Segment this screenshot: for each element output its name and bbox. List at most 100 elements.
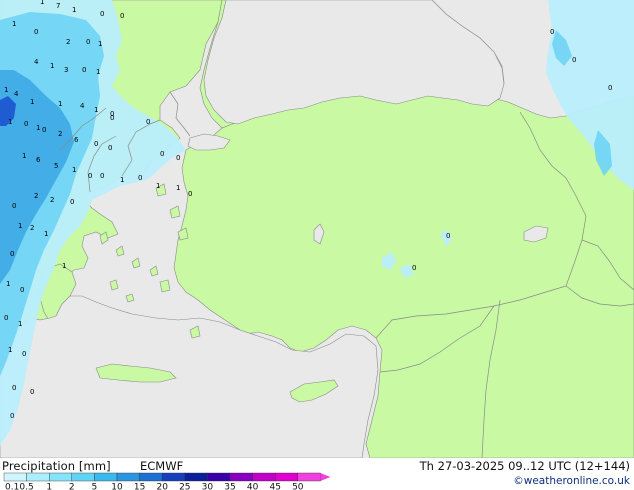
point-value: 0 [110,114,114,122]
scale-swatch [26,472,50,482]
point-value: 0 [94,140,98,148]
point-value: 6 [74,136,79,144]
scale-swatch [94,472,118,482]
scale-swatch [139,472,163,482]
point-value: 0 [138,174,142,182]
scale-tick-label: 45 [269,483,280,490]
point-value: 1 [8,118,12,126]
point-value: 1 [94,106,98,114]
map-canvas: 1 7 1 0 0102 0 14 1 3 0 11 411 4 1 01 0 1 0 26 0 01 65 10 0 1 01 1… [0,0,634,458]
scale-arrow [320,473,331,481]
point-value: 1 [156,182,160,190]
point-value: 1 [8,346,12,354]
point-value: 0 [30,388,34,396]
point-value: 1 [72,166,76,174]
scale-swatch [161,472,185,482]
legend-valid-time: Th 27-03-2025 09..12 UTC (12+144) [419,459,630,473]
point-value: 1 [44,230,48,238]
point-value: 0 [446,232,450,240]
point-value: 0 [12,202,16,210]
point-value: 0 [176,154,180,162]
point-value: 2 [34,192,38,200]
point-value: 0 [22,350,26,358]
point-value: 0 [10,412,14,420]
legend-credit-link[interactable]: ©weatheronline.co.uk [513,475,630,487]
point-value: 0 [24,120,28,128]
point-value: 1 [4,86,8,94]
point-value: 1 [22,152,26,160]
point-value: 0 [10,250,14,258]
island [159,279,171,293]
scale-tick-label: 15 [134,483,145,490]
point-value: 1 [96,68,100,76]
point-value: 1 [98,40,102,48]
point-value: 1 [72,6,76,14]
point-value: 1 [6,280,10,288]
legend-model: ECMWF [140,459,184,473]
scale-tick-label: 0.5 [19,483,33,490]
point-value: 0 [86,38,90,46]
legend-bar: Precipitation [mm] ECMWF Th 27-03-2025 0… [0,458,634,490]
scale-swatch [252,472,276,482]
point-value: 2 [30,224,34,232]
point-value: 0 [12,384,16,392]
point-value: 0 [20,286,24,294]
point-value: 1 [30,98,34,106]
scale-swatch [275,472,299,482]
point-value: 0 [188,190,192,198]
point-value: 6 [36,156,41,164]
point-value: 0 [42,126,46,134]
point-value: 0 [572,56,576,64]
point-value: 0 [160,150,164,158]
point-value: 0 [550,28,554,36]
point-value: 0 [70,198,74,206]
precipitation-map: 1710010201413011411410101026001651001011… [0,0,634,458]
point-value: 7 [56,2,60,10]
scale-tick-label: 2 [69,483,75,490]
point-value: 0 [608,84,612,92]
point-value: 1 [120,176,124,184]
point-value: 1 [12,20,16,28]
point-value: 3 [64,66,68,74]
scale-tick-label: 30 [202,483,214,490]
point-value: 1 [176,184,180,192]
scale-swatch [116,472,140,482]
scale-tick-label: 10 [111,483,123,490]
point-value: 5 [54,162,58,170]
scale-tick-label: 40 [247,483,259,490]
point-value: 0 [412,264,416,272]
point-value: 1 [36,124,40,132]
point-value: 1 [58,100,62,108]
point-value: 4 [34,58,39,66]
point-value: 1 [40,0,44,6]
point-value: 2 [58,130,62,138]
scale-tick-label: 1 [46,483,52,490]
point-value: 1 [62,262,66,270]
scale-swatch [229,472,253,482]
point-value: 0 [100,172,104,180]
point-value: 2 [66,38,70,46]
legend-title: Precipitation [mm] [2,459,111,473]
point-value: 1 [18,320,22,328]
point-value: 2 [50,196,54,204]
scale-tick-label: 50 [292,483,304,490]
point-value: 1 [50,62,54,70]
scale-swatch [184,472,208,482]
point-value: 0 [82,66,86,74]
point-value: 4 [14,90,19,98]
point-value: 1 [18,222,22,230]
point-value: 0 [34,28,38,36]
point-value: 0 [146,118,150,126]
scale-swatch [3,472,27,482]
scale-tick-label: 25 [179,483,190,490]
scale-tick-label: 0.1 [5,483,19,490]
scale-tick-label: 20 [156,483,168,490]
point-value: 0 [100,10,104,18]
point-value: 4 [80,102,85,110]
scale-swatch [71,472,95,482]
scale-swatch [207,472,231,482]
scale-swatch [49,472,73,482]
scale-tick-label: 35 [224,483,235,490]
color-scale: 0.1 0.5 1 2 5 10 15 20 25 30 35 40 45 50 [3,472,331,490]
scale-tick-label: 5 [92,483,98,490]
